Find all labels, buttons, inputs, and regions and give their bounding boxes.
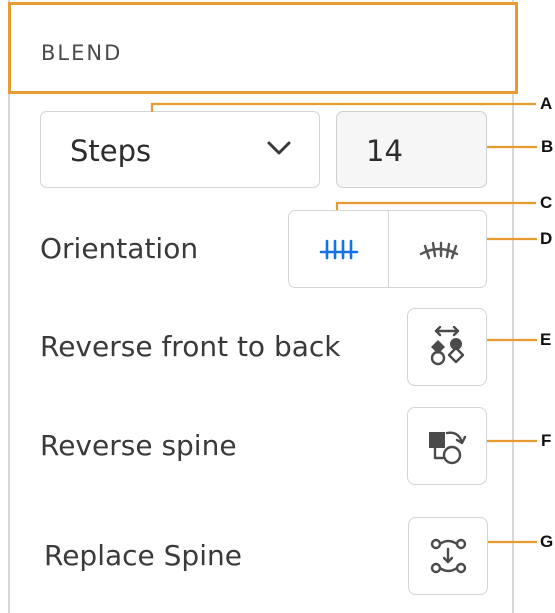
- callout-lines: [150, 102, 537, 544]
- callout-label-f: F: [541, 431, 552, 450]
- callout-label-d: D: [540, 229, 553, 248]
- callout-label-e: E: [540, 330, 552, 349]
- callout-label-b: B: [541, 137, 554, 156]
- callout-label-a: A: [540, 94, 553, 113]
- callout-label-g: G: [540, 532, 554, 551]
- callout-label-c: C: [540, 193, 553, 212]
- callout-line-a: [150, 102, 536, 112]
- callout-line-c: [335, 201, 536, 210]
